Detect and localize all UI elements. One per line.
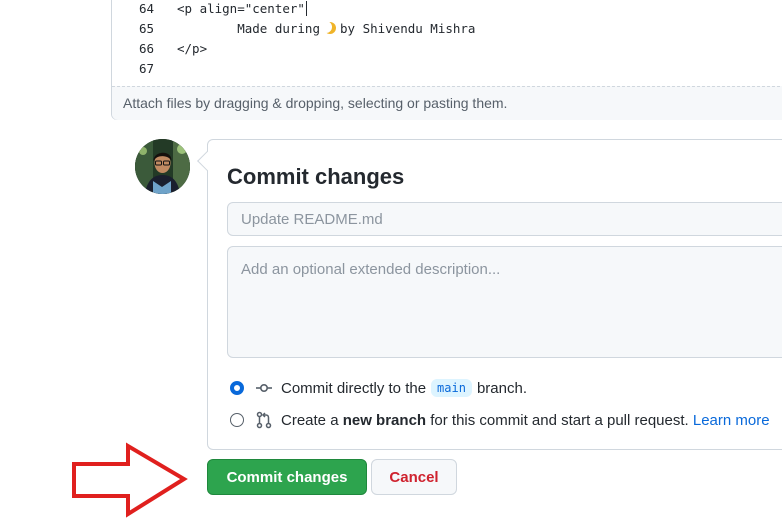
- commit-changes-panel: Commit changes Commit directly to the ma…: [197, 139, 782, 450]
- code-line: 67: [112, 59, 782, 79]
- code-line: 66 </p>: [112, 39, 782, 59]
- git-commit-icon: [256, 384, 272, 393]
- crescent-moon-icon: [324, 22, 336, 34]
- line-text: </p>: [177, 41, 208, 56]
- learn-more-link[interactable]: Learn more: [693, 412, 770, 429]
- new-branch-prefix: Create a: [281, 411, 339, 429]
- commit-description-input[interactable]: [227, 246, 782, 358]
- line-number: 64: [138, 1, 154, 16]
- commit-direct-label: Commit directly to the: [281, 379, 427, 397]
- avatar[interactable]: [135, 139, 190, 194]
- git-pull-request-icon: [256, 411, 272, 429]
- commit-summary-input[interactable]: [227, 202, 782, 236]
- line-number: 65: [138, 21, 154, 36]
- commit-direct-suffix: branch.: [476, 379, 527, 397]
- commit-title: Commit changes: [227, 164, 405, 189]
- code-area[interactable]: 64 <p align="center" 65 Made during by Sh…: [112, 0, 782, 86]
- new-branch-bold-text: new branch: [342, 411, 427, 429]
- avatar-image: [135, 139, 190, 194]
- line-text: Made during: [177, 21, 320, 36]
- panel-pointer: [197, 151, 217, 171]
- code-line: 64 <p align="center": [112, 0, 782, 19]
- branch-name-badge: main: [431, 379, 472, 397]
- line-text: <p align="center": [177, 1, 305, 16]
- new-branch-suffix: for this commit and start a pull request…: [430, 411, 689, 429]
- cancel-button[interactable]: Cancel: [371, 459, 457, 495]
- line-number: 67: [138, 61, 154, 76]
- line-text-after: by Shivendu Mishra: [340, 21, 476, 36]
- code-editor[interactable]: 64 <p align="center" 65 Made during by Sh…: [111, 0, 782, 120]
- commit-direct-option[interactable]: Commit directly to the main branch.: [230, 377, 527, 399]
- commit-changes-button[interactable]: Commit changes: [207, 459, 367, 495]
- code-line: 65 Made during by Shivendu Mishra: [112, 19, 782, 39]
- line-number: 66: [138, 41, 154, 56]
- red-arrow-annotation: [72, 442, 188, 518]
- new-branch-radio[interactable]: [230, 413, 244, 427]
- new-branch-option[interactable]: Create a new branch for this commit and …: [230, 409, 770, 431]
- text-cursor: [305, 1, 307, 16]
- attach-files-bar[interactable]: Attach files by dragging & dropping, sel…: [112, 86, 782, 120]
- commit-direct-radio[interactable]: [230, 381, 244, 395]
